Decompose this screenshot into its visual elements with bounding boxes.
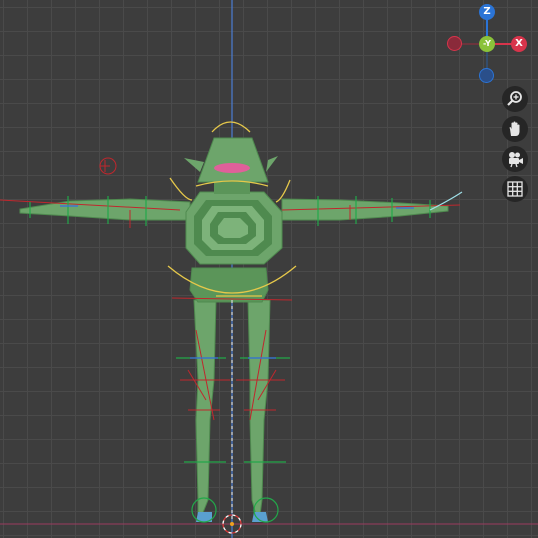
3d-viewport[interactable]: Z -Y X — [0, 0, 538, 538]
camera-view-button[interactable] — [502, 146, 528, 172]
grid-icon — [507, 181, 523, 197]
hand-icon — [509, 121, 520, 136]
character-mesh[interactable] — [19, 137, 449, 522]
head-mesh — [197, 137, 269, 183]
gizmo-neg-x-axis[interactable] — [447, 36, 462, 51]
gizmo-z-axis[interactable]: Z — [479, 4, 495, 20]
zoom-icon — [507, 91, 522, 106]
toggle-grid-button[interactable] — [502, 176, 528, 202]
gizmo-neg-z-axis[interactable] — [479, 68, 494, 83]
right-ear-mesh — [266, 156, 278, 172]
gizmo-neg-y-axis[interactable]: -Y — [479, 36, 495, 52]
right-leg-mesh — [247, 299, 271, 516]
navigation-gizmo[interactable]: Z -Y X — [444, 2, 534, 84]
pan-button[interactable] — [502, 116, 528, 142]
camera-icon — [509, 152, 523, 168]
hips-mesh — [189, 267, 269, 303]
left-leg-mesh — [193, 299, 217, 516]
left-ear-mesh — [184, 158, 204, 172]
mouth-mesh — [214, 163, 250, 173]
gizmo-x-axis[interactable]: X — [511, 36, 527, 52]
neck-mesh — [214, 182, 250, 194]
zoom-button[interactable] — [502, 86, 528, 112]
